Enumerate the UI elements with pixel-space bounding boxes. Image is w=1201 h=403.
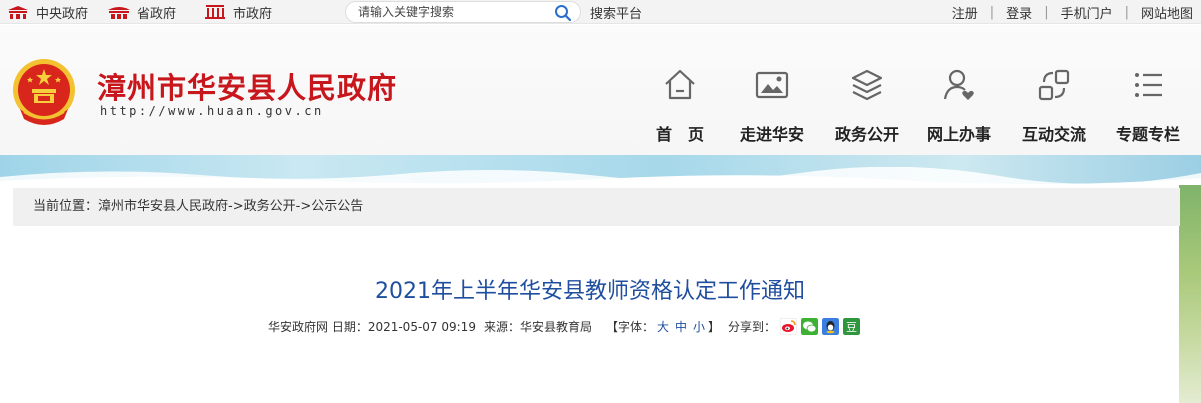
list-icon: [1135, 73, 1162, 97]
site-title[interactable]: 漳州市华安县人民政府: [97, 65, 397, 107]
nav-interaction-label: 互动交流: [1021, 125, 1086, 144]
article-title: 2021年上半年华安县教师资格认定工作通知: [375, 279, 805, 304]
share-label: 分享到：: [728, 320, 777, 334]
article-site-date: 华安政府网 日期：2021-05-07 09:19: [268, 320, 476, 334]
decorative-banner: [0, 155, 1201, 185]
search-platform-link[interactable]: 搜索平台: [590, 3, 642, 22]
douban-icon[interactable]: 豆: [843, 318, 861, 335]
mobile-portal-link[interactable]: 手机门户: [1061, 3, 1113, 22]
hall-icon: [205, 5, 225, 19]
font-size-small-button[interactable]: 小: [693, 318, 705, 335]
central-gov-link[interactable]: 中央政府: [6, 3, 89, 22]
site-url: http://www.huaan.gov.cn: [100, 104, 324, 118]
nav-government-affairs-label: 政务公开: [834, 125, 899, 144]
nav-home[interactable]: 首 页: [635, 65, 725, 145]
font-size-label-open: 【字体：: [605, 320, 654, 334]
nav-about-huaan-label: 走进华安: [739, 125, 804, 144]
provincial-gov-label: 省政府: [137, 6, 177, 22]
nav-government-affairs[interactable]: 政务公开: [822, 65, 912, 145]
nav-about-huaan[interactable]: 走进华安: [727, 65, 817, 145]
exchange-icon: [1038, 69, 1070, 101]
site-map-link[interactable]: 网站地图: [1141, 3, 1193, 22]
divider: |: [989, 5, 995, 20]
weibo-icon[interactable]: [780, 318, 798, 335]
font-size-large-button[interactable]: 大: [657, 318, 669, 335]
top-bar: 中央政府 省政府 市政府 搜索平台 注册 | 登录 | 手机门户 | 网站地图: [0, 0, 1201, 24]
picture-icon: [755, 71, 789, 99]
login-link[interactable]: 登录: [1006, 3, 1032, 22]
nav-interaction[interactable]: 互动交流: [1009, 65, 1099, 145]
search-input[interactable]: [358, 4, 548, 20]
divider: |: [1044, 5, 1049, 20]
breadcrumb-separator: ->: [295, 199, 312, 214]
national-emblem-icon[interactable]: [10, 57, 78, 127]
breadcrumb-separator: ->: [228, 199, 244, 214]
article-source: 来源：华安县教育局: [483, 320, 592, 334]
central-gov-label: 中央政府: [36, 6, 89, 22]
search-box: [345, 1, 581, 23]
font-size-medium-button[interactable]: 中: [675, 318, 687, 335]
building-icon: [108, 7, 130, 19]
breadcrumb-prefix: 当前位置：: [33, 199, 99, 214]
provincial-gov-link[interactable]: 省政府: [107, 3, 177, 22]
city-gov-label: 市政府: [233, 6, 273, 22]
nav-online-services-label: 网上办事: [926, 125, 991, 144]
breadcrumb-item-home[interactable]: 漳州市华安县人民政府: [98, 199, 228, 214]
city-gov-link[interactable]: 市政府: [203, 3, 273, 22]
nav-home-label: 首 页: [655, 125, 704, 144]
article-meta: 华安政府网 日期：2021-05-07 09:19 来源：华安县教育局 【字体：…: [268, 318, 861, 335]
top-right-links: 注册 | 登录 | 手机门户 | 网站地图: [952, 3, 1193, 22]
home-icon: [665, 69, 695, 100]
site-header: 漳州市华安县人民政府 http://www.huaan.gov.cn 首 页 走…: [0, 25, 1201, 155]
wechat-icon[interactable]: [801, 318, 819, 335]
breadcrumb-item-announcements[interactable]: 公示公告: [311, 199, 363, 214]
nav-special-topics[interactable]: 专题专栏: [1103, 65, 1193, 145]
search-icon[interactable]: [554, 4, 572, 22]
qq-icon[interactable]: [822, 318, 840, 335]
side-landscape-decoration: [1179, 185, 1201, 403]
svg-text:豆: 豆: [846, 321, 857, 334]
register-link[interactable]: 注册: [952, 3, 978, 22]
layers-icon: [851, 69, 883, 101]
gate-icon: [8, 6, 28, 19]
nav-special-topics-label: 专题专栏: [1115, 125, 1180, 144]
divider: |: [1124, 5, 1129, 20]
breadcrumb-item-government-affairs[interactable]: 政务公开: [244, 199, 296, 214]
font-size-label-close: 】: [708, 320, 721, 334]
breadcrumb: 当前位置：漳州市华安县人民政府->政务公开->公示公告: [13, 188, 1180, 226]
user-heart-icon: [943, 69, 974, 100]
nav-online-services[interactable]: 网上办事: [914, 65, 1004, 145]
wave-decoration: [0, 167, 1201, 185]
